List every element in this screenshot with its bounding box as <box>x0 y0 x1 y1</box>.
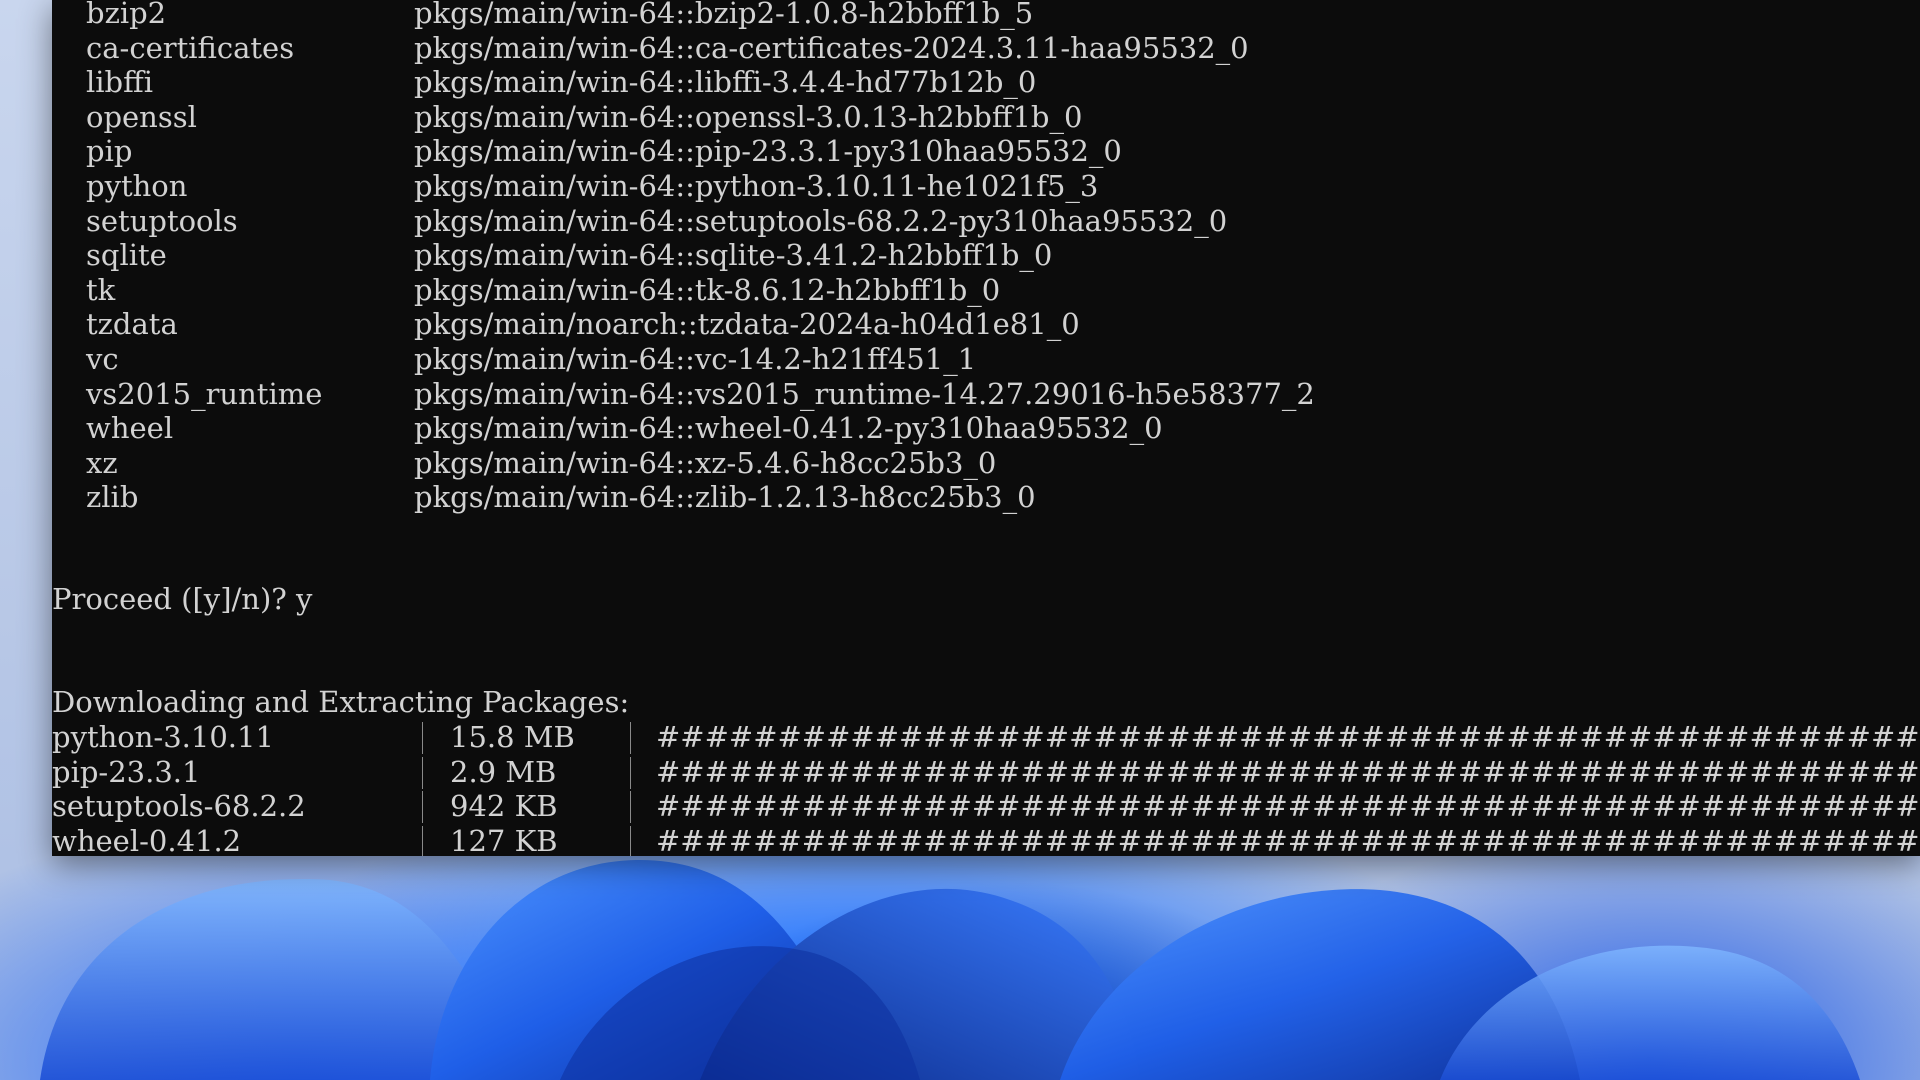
downloading-header: Downloading and Extracting Packages: <box>52 685 630 719</box>
package-channel: pkgs/main/win-64::libffi-3.4.4-hd77b12b_… <box>414 65 1037 100</box>
package-name: pip <box>86 134 133 169</box>
download-package-name: wheel-0.41.2 <box>52 823 242 856</box>
column-separator <box>422 791 423 824</box>
package-row: python pkgs/main/win-64::python-3.10.11-h… <box>52 169 1912 203</box>
package-name: ca-certificates <box>86 30 295 65</box>
download-row: pip-23.3.1 2.9 MB ########################… <box>52 755 1920 789</box>
package-name: zlib <box>86 480 139 515</box>
package-channel: pkgs/main/win-64::openssl-3.0.13-h2bbff1… <box>414 99 1083 134</box>
download-row: setuptools-68.2.2 942 KB #################… <box>52 789 1920 824</box>
column-separator <box>630 791 631 824</box>
package-channel: pkgs/main/win-64::python-3.10.11-he1021f… <box>414 169 1099 203</box>
package-name: vc <box>86 342 119 376</box>
package-channel: pkgs/main/win-64::tk-8.6.12-h2bbff1b_0 <box>414 272 1001 307</box>
package-channel: pkgs/main/win-64::bzip2-1.0.8-h2bbff1b_5 <box>414 0 1034 30</box>
column-separator <box>422 756 423 789</box>
package-row: sqlite pkgs/main/win-64::sqlite-3.41.2-h2… <box>52 238 1912 272</box>
package-channel: pkgs/main/win-64::pip-23.3.1-py310haa955… <box>414 134 1122 169</box>
package-row: xz pkgs/main/win-64::xz-5.4.6-h8cc25b3_0 <box>52 446 1912 480</box>
package-channel: pkgs/main/win-64::setuptools-68.2.2-py31… <box>414 203 1228 238</box>
package-channel: pkgs/main/win-64::sqlite-3.41.2-h2bbff1b… <box>414 238 1053 273</box>
package-row: ca-certificates pkgs/main/win-64::ca-cert… <box>52 31 1912 65</box>
package-name: vs2015_runtime <box>86 376 323 411</box>
download-row: wheel-0.41.2 127 KB ######################… <box>52 824 1920 856</box>
package-channel: pkgs/main/win-64::xz-5.4.6-h8cc25b3_0 <box>414 445 997 480</box>
download-package-name: python-3.10.11 <box>52 720 274 754</box>
download-package-name: pip-23.3.1 <box>52 754 201 789</box>
package-row: tzdata pkgs/main/noarch::tzdata-2024a-h04… <box>52 307 1912 341</box>
proceed-prompt: Proceed ([y]/n)? y <box>52 582 313 616</box>
package-name: xz <box>86 445 118 480</box>
package-row: pip pkgs/main/win-64::pip-23.3.1-py310haa… <box>52 134 1912 168</box>
package-row: libffi pkgs/main/win-64::libffi-3.4.4-hd7… <box>52 65 1912 99</box>
download-size: 127 KB <box>450 823 558 856</box>
package-name: wheel <box>86 411 174 446</box>
download-progress-bar: ########################################… <box>656 754 1920 789</box>
package-row: setuptools pkgs/main/win-64::setuptools-6… <box>52 204 1912 238</box>
package-row: openssl pkgs/main/win-64::openssl-3.0.13-… <box>52 100 1912 134</box>
package-name: libffi <box>86 65 153 100</box>
package-name: tk <box>86 272 116 307</box>
package-name: bzip2 <box>86 0 167 30</box>
package-name: sqlite <box>86 238 167 273</box>
column-separator <box>630 722 631 754</box>
column-separator <box>422 825 423 856</box>
package-row: tk pkgs/main/win-64::tk-8.6.12-h2bbff1b_0 <box>52 273 1912 307</box>
download-size: 2.9 MB <box>450 754 557 789</box>
download-progress-bar: ########################################… <box>656 823 1920 856</box>
package-channel: pkgs/main/win-64::vc-14.2-h21ff451_1 <box>414 342 977 376</box>
package-row: vs2015_runtime pkgs/main/win-64::vs2015_r… <box>52 377 1912 411</box>
package-channel: pkgs/main/win-64::vs2015_runtime-14.27.2… <box>414 376 1315 411</box>
download-progress-bar: ########################################… <box>656 720 1920 754</box>
download-size: 15.8 MB <box>450 720 575 754</box>
column-separator <box>630 825 631 856</box>
package-channel: pkgs/main/win-64::zlib-1.2.13-h8cc25b3_0 <box>414 480 1036 515</box>
package-row: wheel pkgs/main/win-64::wheel-0.41.2-py31… <box>52 411 1912 445</box>
download-progress-bar: ########################################… <box>656 789 1920 824</box>
download-size: 942 KB <box>450 789 558 824</box>
package-row: zlib pkgs/main/win-64::zlib-1.2.13-h8cc25… <box>52 480 1912 514</box>
package-row: bzip2 pkgs/main/win-64::bzip2-1.0.8-h2bbf… <box>52 0 1912 30</box>
package-name: python <box>86 169 188 203</box>
package-channel: pkgs/main/noarch::tzdata-2024a-h04d1e81_… <box>414 307 1080 342</box>
package-channel: pkgs/main/win-64::ca-certificates-2024.3… <box>414 30 1249 65</box>
package-name: tzdata <box>86 307 178 342</box>
package-channel: pkgs/main/win-64::wheel-0.41.2-py310haa9… <box>414 411 1163 446</box>
package-row: vc pkgs/main/win-64::vc-14.2-h21ff451_1 <box>52 342 1912 376</box>
package-name: openssl <box>86 99 197 134</box>
terminal-window[interactable]: bzip2 pkgs/main/win-64::bzip2-1.0.8-h2bbf… <box>52 0 1920 856</box>
column-separator <box>630 756 631 789</box>
download-row: python-3.10.11 15.8 MB ###################… <box>52 720 1920 754</box>
download-package-name: setuptools-68.2.2 <box>52 789 306 824</box>
column-separator <box>422 722 423 754</box>
package-name: setuptools <box>86 203 238 238</box>
